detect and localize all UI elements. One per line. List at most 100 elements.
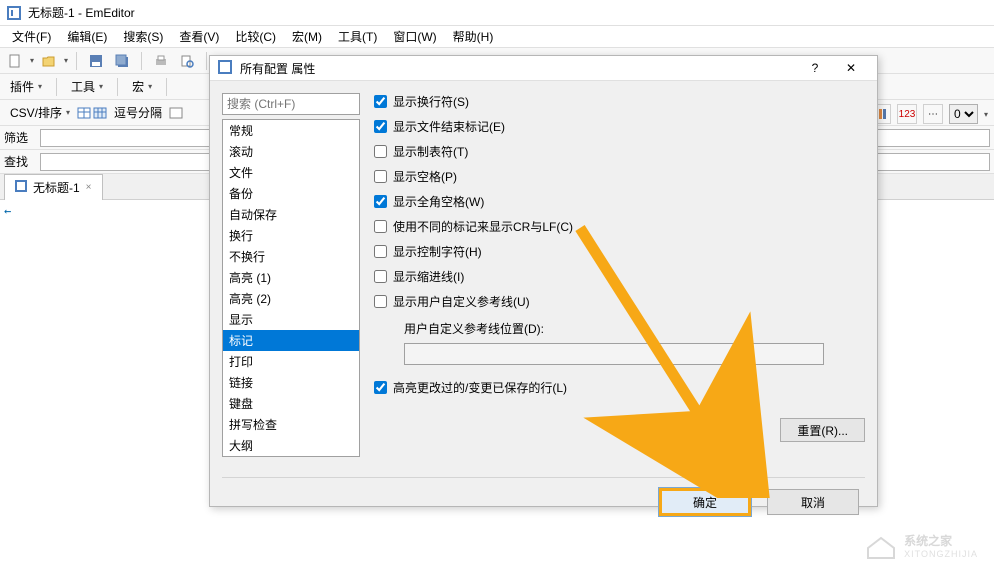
list-item[interactable]: 大纲 [223, 435, 359, 456]
properties-dialog: 所有配置 属性 ? ✕ 常规滚动文件备份自动保存换行不换行高亮 (1)高亮 (2… [209, 55, 878, 507]
checkbox-row: 显示缩进线(I) [374, 268, 865, 285]
dialog-body: 常规滚动文件备份自动保存换行不换行高亮 (1)高亮 (2)显示标记打印链接键盘拼… [210, 81, 877, 469]
list-item[interactable]: 常规 [223, 120, 359, 141]
checkbox-label: 显示控制字符(H) [393, 243, 482, 260]
find-label: 查找 [4, 153, 36, 170]
list-item[interactable]: 滚动 [223, 141, 359, 162]
dialog-footer: 确定 取消 [210, 478, 877, 530]
comma-sep-btn[interactable]: 逗号分隔 [108, 104, 168, 121]
separator [56, 78, 57, 96]
dialog-title: 所有配置 属性 [240, 60, 797, 77]
watermark: 系统之家 XITONGZHIJIA [864, 530, 978, 560]
menu-macro[interactable]: 宏(M) [284, 25, 330, 48]
dialog-search-input[interactable] [222, 93, 360, 115]
list-item[interactable]: 标记 [223, 330, 359, 351]
ok-button[interactable]: 确定 [659, 488, 751, 516]
list-item[interactable]: 高亮 (1) [223, 267, 359, 288]
menu-search[interactable]: 搜索(S) [115, 25, 171, 48]
tab-close-icon[interactable]: × [86, 182, 92, 193]
watermark-sub: XITONGZHIJIA [904, 549, 978, 559]
checkbox[interactable] [374, 220, 387, 233]
table-icon2[interactable] [92, 105, 108, 121]
dialog-right-pane: 显示换行符(S) 显示文件结束标记(E) 显示制表符(T) 显示空格(P) 显示全角空格… [368, 93, 865, 457]
list-item[interactable]: 文件 [223, 162, 359, 183]
chevron-down-icon[interactable]: ▾ [984, 110, 988, 119]
menu-edit[interactable]: 编辑(E) [59, 25, 115, 48]
menu-window[interactable]: 窗口(W) [385, 25, 444, 48]
chevron-down-icon[interactable]: ▾ [30, 56, 34, 65]
list-item[interactable]: 键盘 [223, 393, 359, 414]
checkbox-row: 高亮更改过的/变更已保存的行(L) [374, 379, 865, 396]
reset-row: 重置(R)... [374, 418, 865, 442]
tools-dropdown[interactable]: 工具▾ [65, 78, 109, 95]
save-all-icon[interactable] [111, 50, 133, 72]
guide-position-label: 用户自定义参考线位置(D): [404, 320, 865, 337]
menu-view[interactable]: 查看(V) [171, 25, 227, 48]
checkbox[interactable] [374, 95, 387, 108]
zero-select[interactable]: 0 [949, 104, 978, 124]
checkbox-label: 显示空格(P) [393, 168, 457, 185]
guide-position-block: 用户自定义参考线位置(D): [404, 320, 865, 365]
chevron-down-icon[interactable]: ▾ [64, 56, 68, 65]
separator [141, 52, 142, 70]
checkbox[interactable] [374, 295, 387, 308]
menu-tools[interactable]: 工具(T) [330, 25, 385, 48]
dialog-close-button[interactable]: ✕ [833, 56, 869, 80]
list-item[interactable]: 备份 [223, 183, 359, 204]
checkbox[interactable] [374, 145, 387, 158]
print-icon[interactable] [150, 50, 172, 72]
grid-icon[interactable] [168, 105, 184, 121]
checkbox[interactable] [374, 381, 387, 394]
list-item[interactable]: 拼写检查 [223, 414, 359, 435]
menu-compare[interactable]: 比较(C) [227, 25, 284, 48]
separator [117, 78, 118, 96]
checkbox-label: 显示换行符(S) [393, 93, 469, 110]
list-item[interactable]: 不换行 [223, 246, 359, 267]
guide-position-input[interactable] [404, 343, 824, 365]
list-item[interactable]: 自动保存 [223, 204, 359, 225]
checkbox-row: 使用不同的标记来显示CR与LF(C) [374, 218, 865, 235]
reset-button[interactable]: 重置(R)... [780, 418, 865, 442]
menu-file[interactable]: 文件(F) [4, 25, 59, 48]
cancel-button[interactable]: 取消 [767, 489, 859, 515]
config-category-list[interactable]: 常规滚动文件备份自动保存换行不换行高亮 (1)高亮 (2)显示标记打印链接键盘拼… [222, 119, 360, 457]
list-item[interactable]: 高亮 (2) [223, 288, 359, 309]
right-toolbar: 123 ⋯ 0 ▾ [871, 104, 988, 124]
csv-sort-dropdown[interactable]: CSV/排序▾ [4, 104, 76, 121]
checkbox-row: 显示制表符(T) [374, 143, 865, 160]
dialog-help-button[interactable]: ? [797, 56, 833, 80]
list-item[interactable]: 显示 [223, 309, 359, 330]
window-title: 无标题-1 - EmEditor [28, 4, 135, 21]
checkbox-label: 显示用户自定义参考线(U) [393, 293, 530, 310]
checkbox[interactable] [374, 270, 387, 283]
dialog-icon [218, 60, 234, 76]
list-item[interactable]: 打印 [223, 351, 359, 372]
checkbox[interactable] [374, 195, 387, 208]
document-tab[interactable]: 无标题-1 × [4, 174, 103, 200]
checkbox[interactable] [374, 245, 387, 258]
num-label-icon[interactable]: 123 [897, 104, 917, 124]
list-item[interactable]: 链接 [223, 372, 359, 393]
app-icon [6, 5, 22, 21]
separator [166, 78, 167, 96]
checkbox-label: 高亮更改过的/变更已保存的行(L) [393, 379, 567, 396]
checkbox-row: 显示文件结束标记(E) [374, 118, 865, 135]
ellipsis-icon[interactable]: ⋯ [923, 104, 943, 124]
print-preview-icon[interactable] [176, 50, 198, 72]
macro-dropdown[interactable]: 宏▾ [126, 78, 158, 95]
table-icon[interactable] [76, 105, 92, 121]
titlebar: 无标题-1 - EmEditor [0, 0, 994, 26]
menu-help[interactable]: 帮助(H) [445, 25, 502, 48]
dialog-titlebar: 所有配置 属性 ? ✕ [210, 56, 877, 81]
save-icon[interactable] [85, 50, 107, 72]
new-file-icon[interactable] [4, 50, 26, 72]
menubar: 文件(F) 编辑(E) 搜索(S) 查看(V) 比较(C) 宏(M) 工具(T)… [0, 26, 994, 48]
checkbox-label: 显示全角空格(W) [393, 193, 484, 210]
plugins-dropdown[interactable]: 插件▾ [4, 78, 48, 95]
checkbox[interactable] [374, 170, 387, 183]
checkbox-label: 显示文件结束标记(E) [393, 118, 505, 135]
checkbox[interactable] [374, 120, 387, 133]
list-item[interactable]: 换行 [223, 225, 359, 246]
open-file-icon[interactable] [38, 50, 60, 72]
tab-title: 无标题-1 [33, 179, 80, 196]
